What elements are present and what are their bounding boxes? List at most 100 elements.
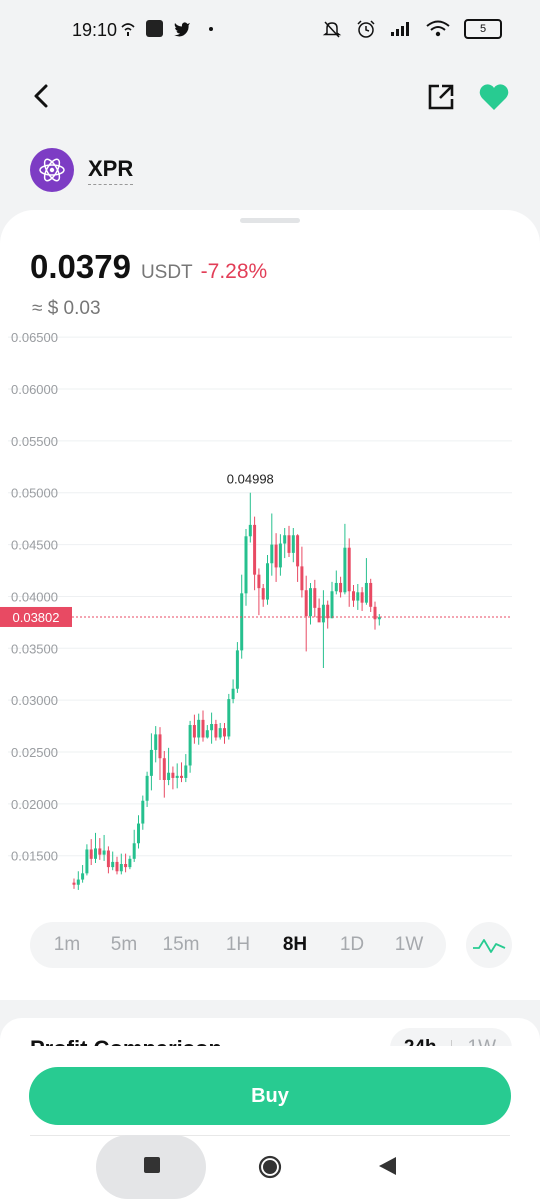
y-tick-label: 0.05000	[11, 486, 58, 501]
candle-body	[102, 850, 106, 855]
candle-body	[300, 566, 304, 591]
timeframe-selector: 1m 5m 15m 1H 8H 1D 1W	[30, 922, 446, 968]
circle-icon	[258, 1155, 282, 1179]
quote-currency: USDT	[140, 262, 193, 283]
y-tick-label: 0.06500	[11, 332, 58, 345]
timeframe-1m[interactable]: 1m	[42, 934, 92, 956]
candle-body	[81, 873, 85, 880]
notification-icons	[120, 20, 213, 37]
candle-body	[261, 588, 265, 600]
candle-body	[132, 843, 136, 859]
candle-body	[240, 593, 244, 651]
candle-body	[72, 882, 76, 885]
candle-body	[141, 800, 145, 824]
mute-bell-icon	[322, 21, 342, 38]
y-tick-label: 0.04000	[11, 589, 58, 604]
candle-body	[149, 749, 153, 776]
back-button[interactable]	[30, 82, 54, 110]
buy-button[interactable]: Buy	[29, 1067, 511, 1125]
candle-body	[124, 864, 128, 868]
square-icon	[144, 1157, 160, 1173]
candle-body	[283, 535, 287, 544]
candle-body	[197, 719, 201, 738]
nav-back-button[interactable]	[377, 1156, 397, 1181]
candle-body	[296, 535, 300, 567]
candle-body	[128, 858, 132, 868]
candle-body	[119, 864, 123, 872]
candle-body	[287, 535, 291, 553]
price-row: 0.0379 USDT -7.28%	[30, 248, 267, 286]
candle-body	[317, 607, 321, 623]
candle-body	[377, 617, 381, 620]
nav-home-button[interactable]	[258, 1155, 282, 1184]
candle-body	[270, 544, 274, 564]
candlestick-chart[interactable]: 0.06500 0.06000 0.05500 0.05000 0.04500 0.040…	[0, 332, 540, 892]
candle-body	[364, 582, 368, 603]
candle-body	[89, 849, 93, 859]
drag-handle[interactable]	[240, 218, 300, 223]
candle-body	[326, 604, 330, 619]
timeframe-1w[interactable]: 1W	[384, 934, 434, 956]
candle-body	[360, 592, 364, 603]
candle-body	[244, 536, 248, 594]
candle-body	[192, 725, 196, 738]
candle-body	[253, 524, 257, 575]
price-card: 0.0379 USDT -7.28% ≈ $ 0.03 0.06500 0.060…	[0, 210, 540, 1000]
line-chart-icon	[473, 939, 506, 953]
candle-body	[274, 544, 278, 568]
candle-body	[210, 724, 214, 731]
candle-body	[257, 574, 261, 589]
timeframe-15m[interactable]: 15m	[156, 934, 206, 956]
token-selector[interactable]: XPR	[30, 146, 134, 194]
candle-body	[291, 535, 295, 553]
candle-body	[85, 849, 89, 874]
candle-body	[309, 588, 312, 617]
candle-body	[321, 604, 325, 623]
line-chart-toggle[interactable]	[466, 922, 512, 968]
timeframe-1d[interactable]: 1D	[327, 934, 377, 956]
triangle-back-icon	[379, 1157, 396, 1175]
candle-body	[227, 699, 231, 737]
price-change: -7.28%	[200, 260, 268, 283]
candle-body	[343, 547, 347, 593]
candle-body	[235, 650, 239, 689]
timeframe-1h[interactable]: 1H	[213, 934, 263, 956]
favorite-button[interactable]	[478, 82, 510, 112]
candle-body	[214, 724, 218, 738]
candle-body	[347, 547, 351, 592]
candle-body	[339, 582, 343, 593]
candle-body	[167, 772, 171, 780]
token-logo	[30, 148, 74, 192]
candle-body	[313, 588, 317, 608]
external-link-icon	[428, 84, 454, 110]
candle-body	[76, 879, 80, 885]
candle-body	[137, 823, 140, 844]
candle-body	[180, 775, 183, 778]
status-bar: 19:10 5	[0, 0, 540, 60]
share-button[interactable]	[426, 82, 456, 112]
y-tick-label: 0.01500	[11, 849, 58, 864]
more-notifications-dot	[209, 26, 213, 31]
twitter-icon	[174, 21, 190, 36]
y-tick-label: 0.06000	[11, 382, 58, 397]
alarm-icon	[357, 20, 375, 38]
candle-body	[352, 591, 355, 601]
candle-body	[369, 582, 373, 607]
y-tick-label: 0.04500	[11, 538, 58, 553]
candle-body	[162, 758, 166, 780]
nav-recents-button[interactable]	[143, 1156, 161, 1179]
candle-body	[111, 861, 115, 868]
candle-body	[175, 775, 179, 778]
system-icons: 5	[322, 19, 502, 39]
candle-body	[201, 719, 205, 738]
timeframe-5m[interactable]: 5m	[99, 934, 149, 956]
candle-body	[98, 848, 102, 855]
candle-body	[218, 728, 222, 738]
candle-body	[356, 592, 360, 601]
candle-body	[184, 765, 188, 778]
candle-body	[304, 590, 308, 617]
candle-body	[231, 688, 235, 700]
timeframe-8h[interactable]: 8H	[270, 934, 320, 956]
candle-body	[171, 772, 175, 778]
y-tick-label: 0.02000	[11, 797, 58, 812]
